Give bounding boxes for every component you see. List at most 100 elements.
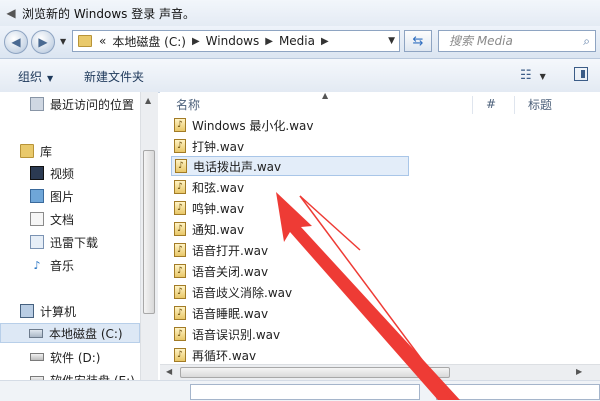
file-type-dropdown[interactable] <box>436 384 600 400</box>
column-header-number[interactable]: # <box>486 92 496 116</box>
column-divider[interactable] <box>514 96 515 114</box>
chevron-down-icon: ▼ <box>539 72 546 81</box>
scroll-right-icon[interactable]: ▶ <box>576 367 582 376</box>
list-item[interactable]: ♪ 语音关闭.wav <box>174 261 268 281</box>
nav-item-label: 迅雷下载 <box>50 235 99 250</box>
file-name: 打钟.wav <box>192 139 245 154</box>
windows-drive-icon <box>29 328 43 338</box>
list-item[interactable]: ♪ 语音误识别.wav <box>174 324 280 344</box>
address-bar[interactable]: « 本地磁盘 (C:) ▶ Windows ▶ Media ▶ ▼ <box>72 30 400 52</box>
nav-item-label: 软件 (D:) <box>50 350 101 365</box>
nav-item-downloads[interactable]: 迅雷下载 <box>30 232 98 252</box>
new-folder-button[interactable]: 新建文件夹 <box>84 68 144 85</box>
organize-button[interactable]: 组织 ▼ <box>18 68 53 85</box>
file-name: 语音误识别.wav <box>192 327 281 342</box>
list-item[interactable]: ♪ Windows 最小化.wav <box>174 115 313 135</box>
window-title: 浏览新的 Windows 登录 声音。 <box>22 6 196 21</box>
command-bar: 组织 ▼ 新建文件夹 ☷ ▼ <box>0 59 600 93</box>
audio-file-icon: ♪ <box>174 243 186 257</box>
address-row: ◀ ▶ ▼ « 本地磁盘 (C:) ▶ Windows ▶ Media ▶ ▼ … <box>0 26 600 59</box>
forward-arrow-icon: ▶ <box>38 35 48 49</box>
list-item-selected[interactable]: ♪ 电话拨出声.wav <box>171 156 409 176</box>
breadcrumb-media[interactable]: Media <box>279 34 315 48</box>
music-note-icon: ♪ <box>33 258 41 272</box>
search-box[interactable]: ⌕ <box>438 30 596 52</box>
list-item[interactable]: ♪ 和弦.wav <box>174 177 244 197</box>
nav-item-music[interactable]: ♪ 音乐 <box>30 255 74 275</box>
file-name: Windows 最小化.wav <box>192 118 314 133</box>
audio-file-icon: ♪ <box>174 118 186 132</box>
refresh-icon: ⇆ <box>412 33 424 49</box>
file-name: 通知.wav <box>192 222 245 237</box>
list-item[interactable]: ♪ 语音睡眠.wav <box>174 303 268 323</box>
scroll-up-icon[interactable]: ▲ <box>145 96 151 105</box>
breadcrumb-windows[interactable]: Windows <box>206 34 260 48</box>
file-name: 电话拨出声.wav <box>193 159 282 174</box>
navigation-scrollbar[interactable]: ▲ ▼ <box>140 92 158 400</box>
file-list: ▲ 名称 # 标题 ♪ Windows 最小化.wav ♪ 打钟.wav ♪ 电… <box>160 91 600 380</box>
nav-item-pictures[interactable]: 图片 <box>30 186 74 206</box>
audio-file-icon: ♪ <box>174 264 186 278</box>
list-item[interactable]: ♪ 语音打开.wav <box>174 240 268 260</box>
nav-item-libraries[interactable]: 库 <box>20 141 52 161</box>
back-arrow-icon: ◀ <box>11 35 21 49</box>
address-dropdown-icon[interactable]: ▼ <box>388 36 395 46</box>
list-item[interactable]: ♪ 语音歧义消除.wav <box>174 282 292 302</box>
computer-icon <box>20 304 34 318</box>
breadcrumb-drive-c[interactable]: 本地磁盘 (C:) <box>112 33 186 50</box>
column-header-title[interactable]: 标题 <box>528 92 552 116</box>
search-input[interactable] <box>447 33 581 49</box>
search-icon[interactable]: ⌕ <box>583 34 590 49</box>
forward-button[interactable]: ▶ <box>31 30 55 54</box>
chevron-right-icon[interactable]: ▶ <box>265 36 273 47</box>
chevron-right-icon[interactable]: ▶ <box>321 36 329 47</box>
list-item[interactable]: ♪ 鸣钟.wav <box>174 198 244 218</box>
folder-icon <box>78 35 92 47</box>
chevron-right-icon[interactable]: ▶ <box>192 36 200 47</box>
nav-item-computer[interactable]: 计算机 <box>20 301 76 321</box>
file-name: 语音歧义消除.wav <box>192 285 293 300</box>
title-bar: ◀ 浏览新的 Windows 登录 声音。 <box>0 0 600 26</box>
audio-file-icon: ♪ <box>175 159 187 173</box>
file-name: 再循环.wav <box>192 348 257 363</box>
preview-pane-icon[interactable] <box>574 67 588 81</box>
scrollbar-thumb[interactable] <box>143 150 155 314</box>
list-item[interactable]: ♪ 通知.wav <box>174 219 244 239</box>
refresh-button[interactable]: ⇆ <box>404 30 432 52</box>
file-list-horizontal-scrollbar[interactable]: ◀ ▶ <box>160 364 600 381</box>
nav-item-recent[interactable]: 最近访问的位置 <box>30 94 134 114</box>
column-header-name[interactable]: 名称 <box>176 92 200 116</box>
audio-file-icon: ♪ <box>174 222 186 236</box>
file-name: 和弦.wav <box>192 180 245 195</box>
hard-drive-icon <box>30 353 44 361</box>
nav-item-label: 本地磁盘 (C:) <box>49 326 123 341</box>
nav-item-label: 最近访问的位置 <box>50 97 135 112</box>
recent-pages-dropdown[interactable]: ▼ <box>60 37 66 46</box>
chevron-down-icon: ▼ <box>47 74 54 83</box>
scrollbar-thumb[interactable] <box>180 367 450 378</box>
list-item[interactable]: ♪ 再循环.wav <box>174 345 256 365</box>
nav-item-drive-d[interactable]: 软件 (D:) <box>30 347 100 367</box>
nav-item-documents[interactable]: 文档 <box>30 209 74 229</box>
back-button[interactable]: ◀ <box>4 30 28 54</box>
nav-item-label: 音乐 <box>50 258 75 273</box>
nav-item-label: 库 <box>40 144 53 159</box>
audio-file-icon: ♪ <box>174 327 186 341</box>
nav-item-drive-c[interactable]: 本地磁盘 (C:) <box>0 323 140 343</box>
list-item[interactable]: ♪ 打钟.wav <box>174 136 244 156</box>
audio-file-icon: ♪ <box>174 201 186 215</box>
column-divider[interactable] <box>472 96 473 114</box>
nav-item-label: 视频 <box>50 166 75 181</box>
pictures-library-icon <box>30 189 44 203</box>
audio-file-icon: ♪ <box>174 139 186 153</box>
file-name: 语音关闭.wav <box>192 264 269 279</box>
breadcrumb-overflow[interactable]: « <box>99 34 106 48</box>
nav-item-label: 图片 <box>50 189 75 204</box>
file-name: 鸣钟.wav <box>192 201 245 216</box>
scroll-left-icon[interactable]: ◀ <box>166 367 172 376</box>
nav-item-video[interactable]: 视频 <box>30 163 74 183</box>
file-name-field[interactable] <box>190 384 420 400</box>
file-name: 语音打开.wav <box>192 243 269 258</box>
view-options-button[interactable]: ☷ ▼ <box>520 68 546 83</box>
documents-library-icon <box>30 212 44 226</box>
